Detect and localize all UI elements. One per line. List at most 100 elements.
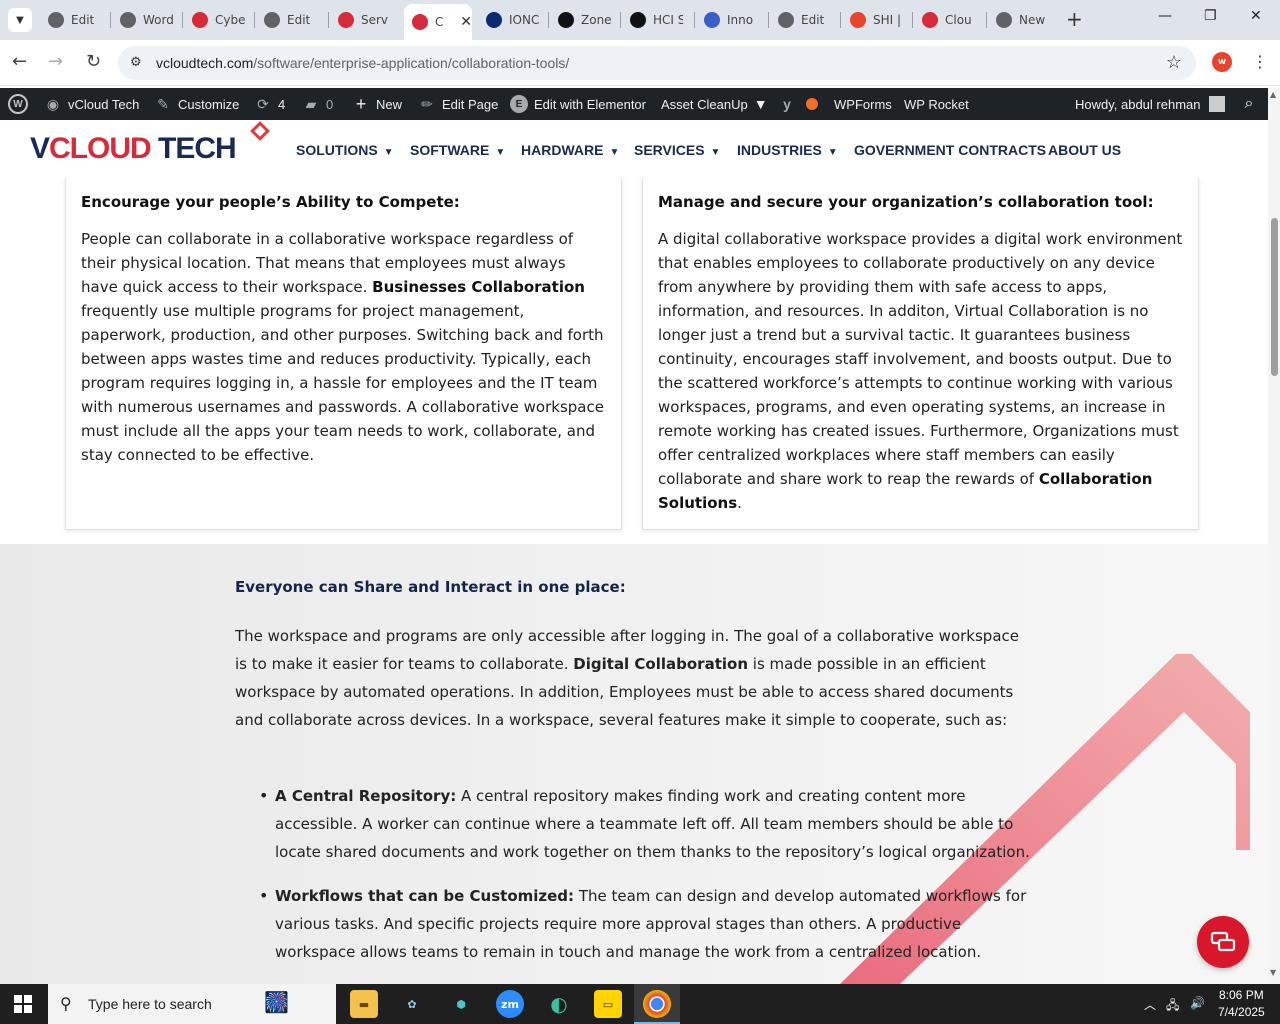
browser-menu-icon[interactable]: ⋮ <box>1252 52 1268 71</box>
nav-label: INDUSTRIES <box>737 142 822 158</box>
page-scrollbar[interactable]: ▲ ▼ <box>1268 88 1280 984</box>
share-interact-section: Everyone can Share and Interact in one p… <box>0 544 1268 984</box>
nav-item-about-us[interactable]: ABOUT US <box>1048 142 1121 158</box>
forward-arrow-icon[interactable]: → <box>48 52 63 72</box>
site-logo[interactable]: VCLOUD TECH <box>30 132 237 166</box>
nav-item-hardware[interactable]: HARDWARE ▼ <box>521 142 619 158</box>
nav-label: SOLUTIONS <box>296 142 378 158</box>
volume-icon[interactable]: 🔊 <box>1190 996 1205 1010</box>
chrome-browser-icon[interactable] <box>643 990 671 1018</box>
list-item: A Central Repository: A central reposito… <box>259 782 1035 866</box>
dashboard-icon: ◉ <box>46 95 60 112</box>
caret-down-icon: ▼ <box>495 147 506 158</box>
status-dot-icon[interactable] <box>806 88 818 120</box>
wp-site-name[interactable]: ◉ vCloud Tech <box>44 88 139 120</box>
page-content: Encourage your people’s Ability to Compe… <box>0 178 1268 984</box>
nav-item-software[interactable]: SOFTWARE ▼ <box>410 142 505 158</box>
browser-tab[interactable]: Cybe <box>184 6 254 34</box>
restore-icon[interactable]: ❐ <box>1204 8 1217 24</box>
bookmark-star-icon[interactable]: ☆ <box>1166 52 1182 73</box>
taskbar-search-placeholder: Type here to search <box>88 996 212 1012</box>
clock-time: 8:06 PM <box>1219 988 1264 1002</box>
nav-item-solutions[interactable]: SOLUTIONS ▼ <box>296 142 394 158</box>
pencil-icon: ✏ <box>421 95 433 112</box>
network-icon[interactable]: 🖧 <box>1166 996 1179 1017</box>
updates-icon: ⟳ <box>257 95 269 112</box>
back-arrow-icon[interactable]: ← <box>12 52 27 72</box>
wp-customize[interactable]: ✎ Customize <box>154 88 239 120</box>
browser-tab[interactable]: Zone <box>550 6 620 34</box>
close-tab-icon[interactable]: ✕ <box>460 14 472 30</box>
reload-icon[interactable]: ↻ <box>86 52 101 72</box>
nav-item-government-contracts[interactable]: GOVERNMENT CONTRACTS <box>854 142 1046 158</box>
minimize-icon[interactable]: — <box>1158 8 1172 24</box>
tab-search-chevron-icon[interactable]: ▼ <box>8 8 32 32</box>
wp-asset-cleanup[interactable]: Asset CleanUp ▼ <box>661 88 776 120</box>
file-explorer-icon[interactable]: ▬ <box>350 990 378 1018</box>
profile-avatar[interactable]: w <box>1212 52 1232 72</box>
paint-app-icon[interactable]: ✿ <box>398 990 426 1018</box>
nav-item-industries[interactable]: INDUSTRIES ▼ <box>737 142 838 158</box>
yoast-icon[interactable]: y <box>778 88 802 120</box>
browser-tab[interactable]: Inno <box>696 6 766 34</box>
caret-down-icon: ▼ <box>609 147 620 158</box>
card-heading: Encourage your people’s Ability to Compe… <box>81 193 460 211</box>
browser-tab[interactable]: Edit <box>770 6 840 34</box>
browser-tab[interactable]: Clou <box>914 6 984 34</box>
wp-rocket[interactable]: WP Rocket <box>904 88 969 120</box>
tab-separator <box>620 12 621 28</box>
browser-tab[interactable]: Edit <box>40 6 110 34</box>
url-text[interactable]: vcloudtech.com/software/enterprise-appli… <box>156 55 569 71</box>
wp-logo-icon[interactable]: W <box>8 88 28 120</box>
browser-tab[interactable]: C ✕ <box>404 4 472 40</box>
browser-tab[interactable]: SHI | <box>842 6 912 34</box>
new-tab-plus-icon[interactable]: + <box>1066 9 1083 29</box>
scroll-down-arrow-icon[interactable]: ▼ <box>1270 968 1276 977</box>
plus-icon: + <box>355 93 367 114</box>
browser-tab[interactable]: IONC <box>478 6 548 34</box>
wp-wpforms[interactable]: WPForms <box>834 88 892 120</box>
wp-edit-elementor[interactable]: E Edit with Elementor <box>510 88 646 120</box>
tray-chevron-icon[interactable]: ︿ <box>1144 996 1156 1013</box>
tab-title: SHI | <box>873 13 902 27</box>
browser-tab[interactable]: New <box>988 6 1058 34</box>
tab-separator <box>768 12 769 28</box>
close-window-icon[interactable]: ✕ <box>1250 8 1262 24</box>
browser-tab[interactable]: Edit <box>256 6 326 34</box>
wp-search-icon[interactable]: ⌕ <box>1240 88 1264 120</box>
taskbar-clock[interactable]: 8:06 PM 7/4/2025 <box>1218 987 1265 1021</box>
sticky-notes-icon[interactable]: ▭ <box>594 990 622 1018</box>
tab-separator <box>840 12 841 28</box>
wp-howdy-user[interactable]: Howdy, abdul rehman <box>1075 88 1225 120</box>
ionos-favicon <box>486 12 502 28</box>
nav-label: GOVERNMENT CONTRACTS <box>854 142 1047 158</box>
wp-comments[interactable]: ▰ 0 <box>302 88 334 120</box>
list-item: Workflows that can be Customized: The te… <box>259 882 1035 966</box>
caret-down-icon: ▼ <box>827 147 838 158</box>
nav-item-services[interactable]: SERVICES ▼ <box>634 142 720 158</box>
edge-browser-icon[interactable]: ◐ <box>545 990 573 1018</box>
cloud-favicon <box>922 12 938 28</box>
wp-updates[interactable]: ⟳ 4 <box>254 88 285 120</box>
card-body: A digital collaborative workspace provid… <box>658 230 1183 512</box>
site-header: VCLOUD TECH SOLUTIONS ▼ SOFTWARE ▼ HARDWARE ▼… <box>0 120 1268 178</box>
browser-tab[interactable]: HCI S <box>622 6 692 34</box>
site-info-icon[interactable]: ⚙ <box>130 55 142 70</box>
tab-separator <box>254 12 255 28</box>
wp-edit-page[interactable]: ✏ Edit Page <box>418 88 498 120</box>
chat-widget-button[interactable] <box>1197 916 1249 968</box>
chrome-newtab-icon <box>996 12 1012 28</box>
zoom-app-icon[interactable]: zm <box>496 990 524 1018</box>
zone-favicon <box>558 12 574 28</box>
paintbrush-icon: ✎ <box>157 95 169 112</box>
app-hex-icon[interactable]: ⬢ <box>447 990 475 1018</box>
wp-new[interactable]: + New <box>352 88 402 120</box>
browser-tab[interactable]: Serv <box>330 6 400 34</box>
windows-start-icon[interactable] <box>14 995 32 1013</box>
browser-tab[interactable]: Word <box>112 6 182 34</box>
scroll-up-arrow-icon[interactable]: ▲ <box>1270 90 1276 99</box>
taskbar-search[interactable]: ⚲ Type here to search 🎆 <box>48 984 336 1024</box>
scrollbar-thumb[interactable] <box>1271 218 1278 376</box>
card-heading: Manage and secure your organization’s co… <box>658 193 1154 211</box>
address-bar[interactable]: ⚙ vcloudtech.com/software/enterprise-app… <box>118 46 1196 80</box>
